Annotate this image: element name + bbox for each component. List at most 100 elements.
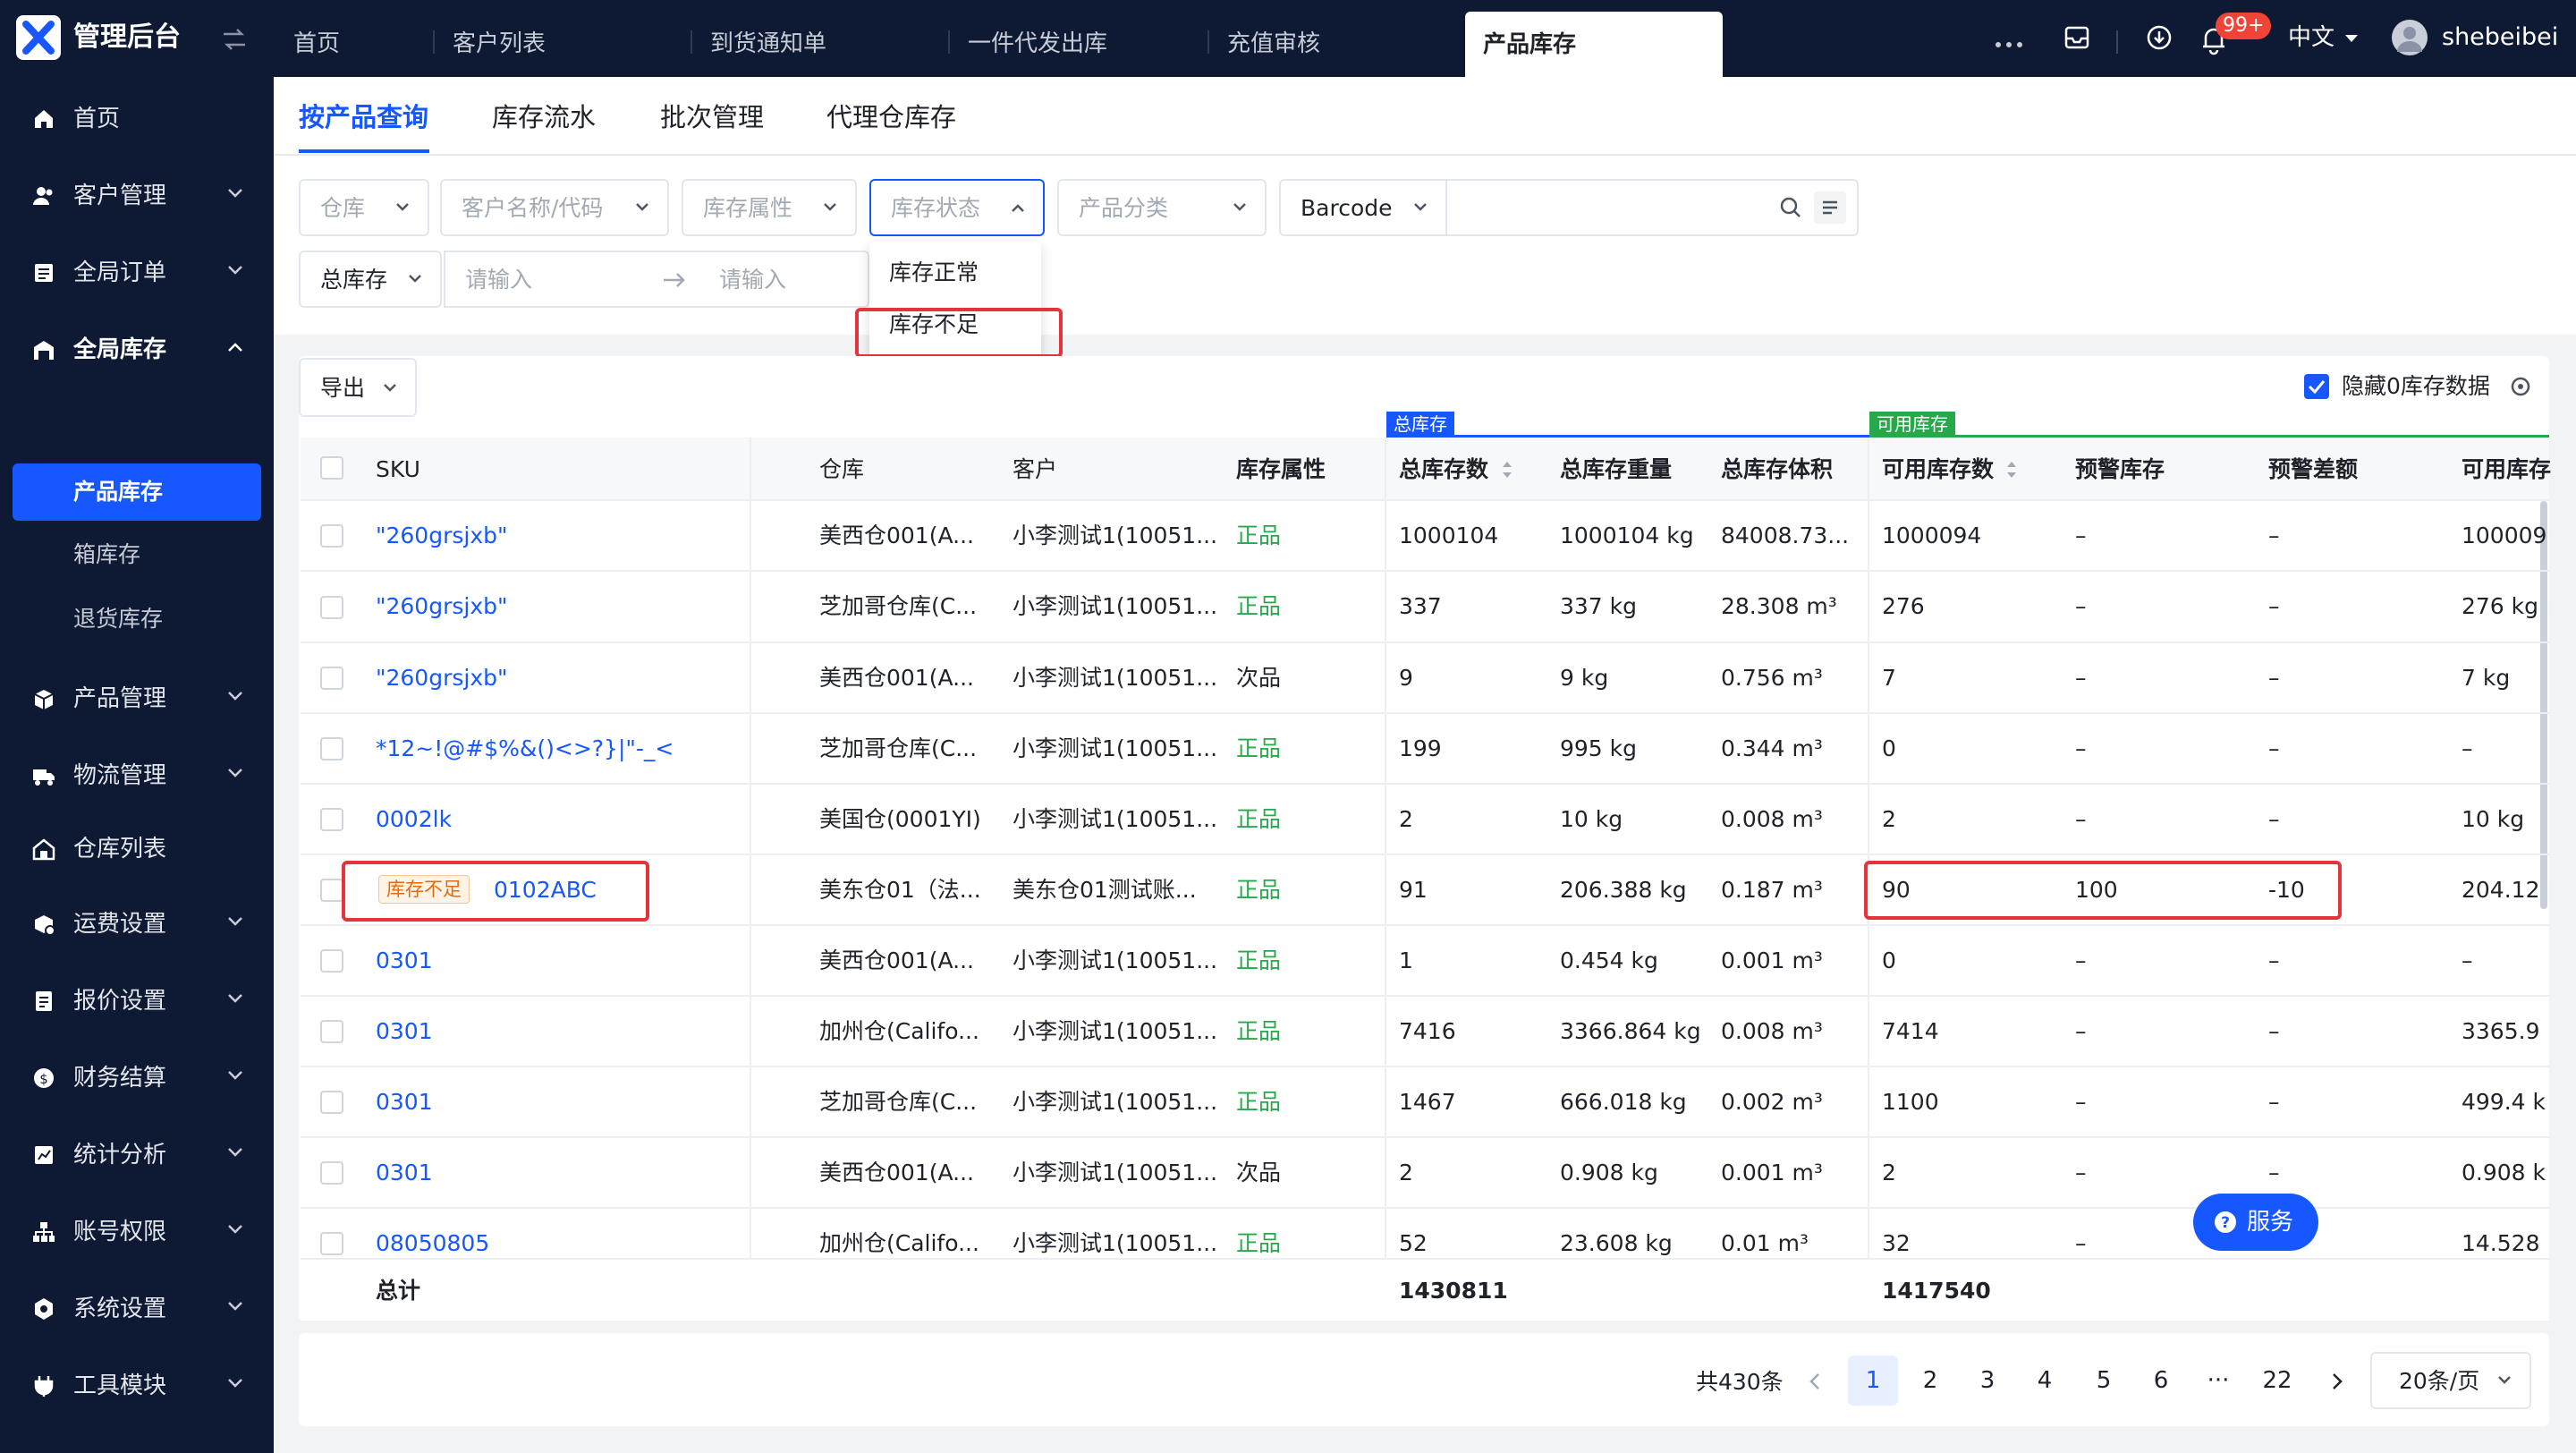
sidebar-item-finance[interactable]: $ 财务结算	[0, 1056, 274, 1100]
prev-page-icon[interactable]	[1807, 1372, 1823, 1390]
total-qty-cell: 9	[1399, 665, 1413, 691]
row-checkbox[interactable]	[320, 524, 343, 548]
row-checkbox[interactable]	[320, 737, 343, 760]
sidebar-item-settings[interactable]: 系统设置	[0, 1287, 274, 1331]
col-customer[interactable]: 客户	[1013, 455, 1057, 485]
category-select[interactable]: 产品分类	[1057, 179, 1267, 236]
row-checkbox[interactable]	[320, 667, 343, 690]
total-stock-select[interactable]: 总库存	[299, 251, 442, 308]
sidebar-item-products[interactable]: 产品管理	[0, 676, 274, 721]
sort-icon[interactable]	[2005, 460, 2018, 480]
list-icon[interactable]	[1814, 191, 1846, 224]
col-sku[interactable]: SKU	[376, 455, 420, 485]
sidebar-item-freight[interactable]: 运费设置	[0, 902, 274, 947]
search-icon[interactable]	[1778, 195, 1803, 220]
sidebar-item-statistics[interactable]: 统计分析	[0, 1133, 274, 1177]
service-button[interactable]: ? 服务	[2193, 1194, 2318, 1251]
max-input[interactable]: 请输入	[719, 265, 786, 295]
sidebar-item-quotes[interactable]: 报价设置	[0, 979, 274, 1024]
col-attribute[interactable]: 库存属性	[1236, 455, 1326, 485]
vertical-scrollbar[interactable]	[2540, 501, 2547, 909]
sidebar-item-logistics[interactable]: 物流管理	[0, 753, 274, 798]
tab-recharge-review[interactable]: 充值审核	[1227, 29, 1320, 59]
sku-link[interactable]: 0301	[376, 1158, 433, 1188]
warehouse-select[interactable]: 仓库	[299, 179, 429, 236]
col-warehouse[interactable]: 仓库	[819, 455, 864, 485]
switch-icon[interactable]	[220, 25, 249, 54]
col-warning-diff[interactable]: 预警差额	[2268, 455, 2358, 485]
barcode-search[interactable]: Barcode	[1279, 179, 1859, 236]
tab-home[interactable]: 首页	[293, 29, 340, 59]
sku-link[interactable]: 0301	[376, 1016, 433, 1047]
inbox-icon[interactable]	[2063, 23, 2091, 52]
col-available-qty[interactable]: 可用库存数	[1882, 455, 1994, 485]
download-icon[interactable]	[2145, 23, 2174, 52]
sidebar-item-orders[interactable]: 全局订单	[0, 251, 274, 295]
page-5[interactable]: 5	[2079, 1355, 2129, 1406]
barcode-type-select[interactable]: Barcode	[1301, 193, 1393, 224]
tab-stock-flow[interactable]: 库存流水	[492, 99, 596, 135]
page-1[interactable]: 1	[1848, 1355, 1898, 1406]
sidebar-subitem-return-inventory[interactable]: 退货库存	[73, 603, 163, 635]
tab-by-product[interactable]: 按产品查询	[299, 99, 428, 135]
sidebar-item-home[interactable]: 首页	[0, 97, 274, 141]
page-22[interactable]: 22	[2252, 1355, 2302, 1406]
sidebar-subitem-product-inventory[interactable]: 产品库存	[13, 463, 261, 521]
sku-link[interactable]: 0002lk	[376, 804, 452, 835]
row-checkbox[interactable]	[320, 596, 343, 619]
page-3[interactable]: 3	[1962, 1355, 2012, 1406]
export-button[interactable]: 导出	[299, 358, 417, 417]
sku-link[interactable]: "260grsjxb"	[376, 521, 508, 551]
col-total-volume[interactable]: 总库存体积	[1721, 455, 1833, 485]
next-page-icon[interactable]	[2329, 1372, 2345, 1390]
sidebar-item-tools[interactable]: 工具模块	[0, 1364, 274, 1408]
col-available-weight[interactable]: 可用库存	[2462, 455, 2551, 485]
language-selector[interactable]: 中文	[2288, 21, 2360, 54]
sidebar-item-permissions[interactable]: 账号权限	[0, 1210, 274, 1254]
col-warning-stock[interactable]: 预警库存	[2075, 455, 2165, 485]
stock-range-input[interactable]: 请输入 请输入	[444, 251, 869, 308]
page-ellipsis[interactable]: ···	[2193, 1355, 2243, 1406]
sidebar-subitem-box-inventory[interactable]: 箱库存	[73, 539, 140, 571]
username[interactable]: shebeibei	[2442, 21, 2558, 54]
hide-zero-checkbox[interactable]	[2304, 374, 2329, 399]
row-checkbox[interactable]	[320, 1232, 343, 1255]
col-total-weight[interactable]: 总库存重量	[1560, 455, 1672, 485]
col-total-qty[interactable]: 总库存数	[1399, 455, 1488, 485]
sku-link[interactable]: 0301	[376, 1087, 433, 1117]
select-all-checkbox[interactable]	[320, 456, 343, 480]
attribute-select[interactable]: 库存属性	[682, 179, 857, 236]
page-2[interactable]: 2	[1905, 1355, 1955, 1406]
row-checkbox[interactable]	[320, 808, 343, 831]
row-checkbox[interactable]	[320, 1091, 343, 1114]
column-settings-icon[interactable]	[2508, 374, 2533, 399]
row-checkbox[interactable]	[320, 949, 343, 973]
tab-agent-warehouse[interactable]: 代理仓库存	[826, 99, 956, 135]
tab-batch-management[interactable]: 批次管理	[660, 99, 764, 135]
min-input[interactable]: 请输入	[465, 265, 532, 295]
sidebar-item-inventory[interactable]: 全局库存	[0, 327, 274, 372]
avatar[interactable]	[2392, 20, 2428, 55]
page-6[interactable]: 6	[2136, 1355, 2186, 1406]
page-size-select[interactable]: 20条/页	[2370, 1352, 2531, 1409]
tab-dropship-outbound[interactable]: 一件代发出库	[968, 29, 1107, 59]
sku-link[interactable]: "260grsjxb"	[376, 591, 508, 622]
sku-link[interactable]: *12~!@#$%&()<>?}|"-_<	[376, 734, 674, 764]
option-stock-normal[interactable]: 库存正常	[889, 258, 979, 288]
row-checkbox[interactable]	[320, 879, 343, 902]
page-4[interactable]: 4	[2020, 1355, 2070, 1406]
row-checkbox[interactable]	[320, 1020, 343, 1043]
more-icon[interactable]	[1993, 27, 2025, 54]
sku-link[interactable]: "260grsjxb"	[376, 663, 508, 693]
status-select[interactable]: 库存状态	[869, 179, 1045, 236]
tab-product-inventory[interactable]: 产品库存	[1465, 12, 1723, 77]
sort-icon[interactable]	[1501, 460, 1513, 480]
tab-customer-list[interactable]: 客户列表	[453, 29, 546, 59]
sku-link[interactable]: 0301	[376, 946, 433, 976]
customer-select[interactable]: 客户名称/代码	[440, 179, 669, 236]
sidebar-item-customer[interactable]: 客户管理	[0, 174, 274, 218]
sidebar-item-warehouses[interactable]: 仓库列表	[0, 827, 274, 871]
sku-link[interactable]: 08050805	[376, 1228, 489, 1259]
tab-arrival-notice[interactable]: 到货通知单	[710, 29, 826, 59]
row-checkbox[interactable]	[320, 1161, 343, 1185]
